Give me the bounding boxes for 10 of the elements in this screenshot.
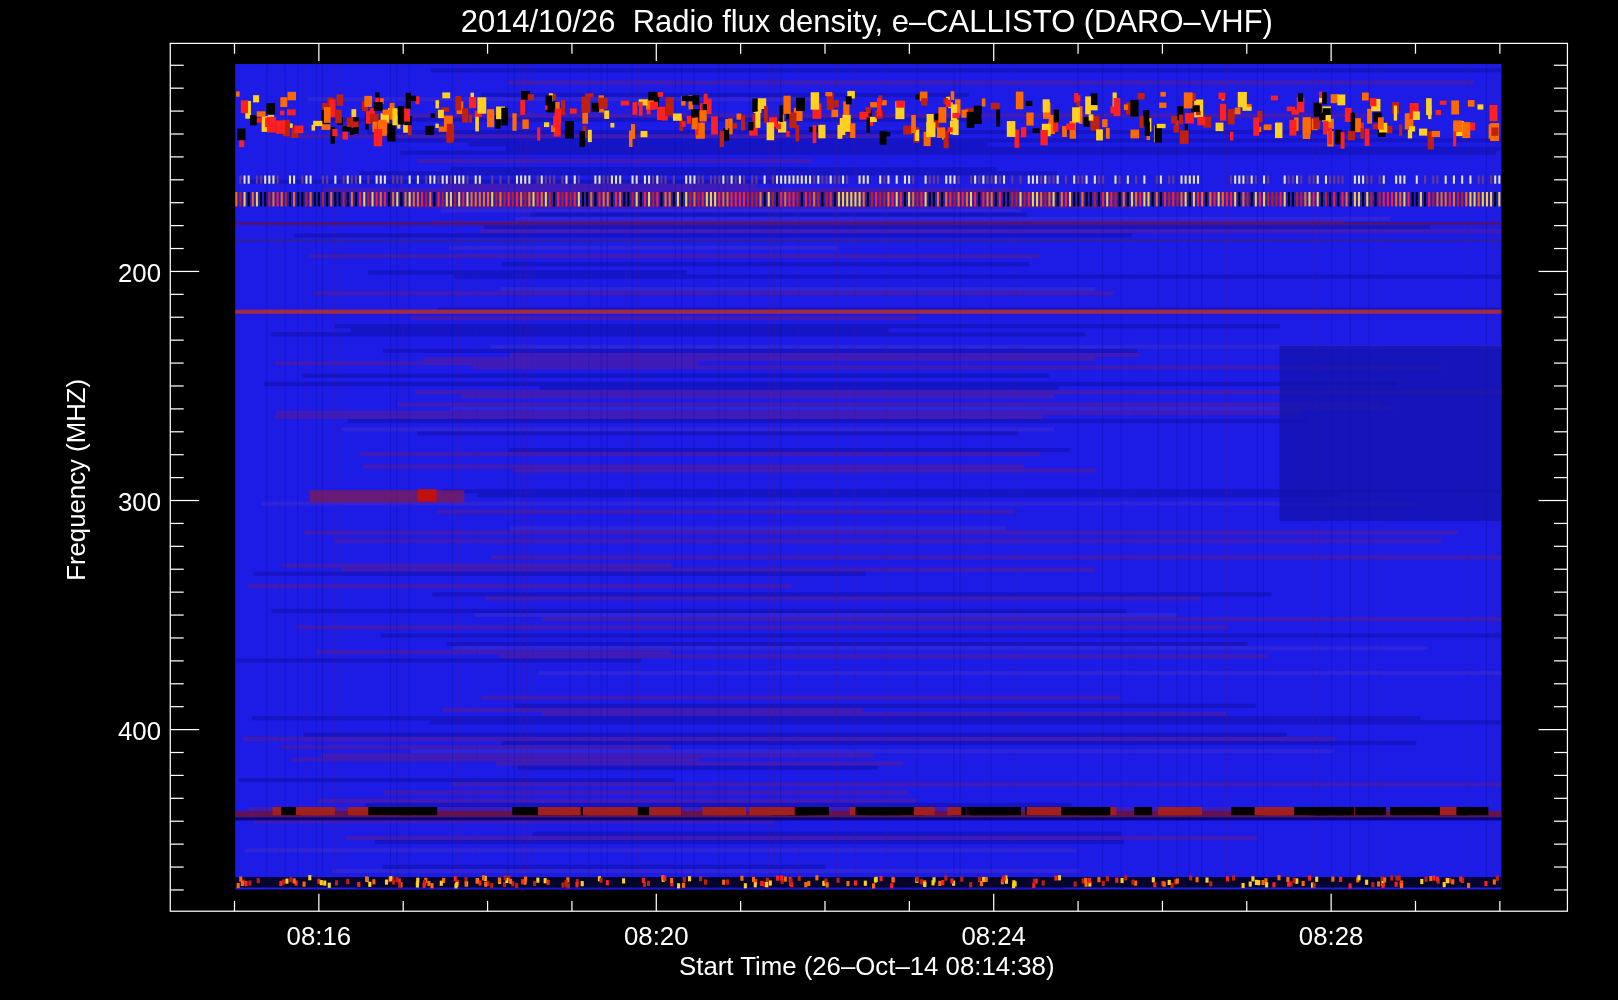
x-tick-label: 08:28 xyxy=(1298,922,1364,951)
y-axis-title: Frequency (MHZ) xyxy=(61,378,90,581)
x-tick-label: 08:24 xyxy=(961,922,1026,951)
y-tick-label: 200 xyxy=(117,258,161,287)
y-tick-label: 300 xyxy=(117,487,161,516)
x-tick-label: 08:16 xyxy=(286,922,352,951)
x-tick-label: 08:20 xyxy=(624,922,689,951)
chart-title: 2014/10/26 Radio flux density, e–CALLISTO (DARO–VHF) xyxy=(460,4,1273,40)
y-tick-label: 400 xyxy=(117,716,161,745)
x-axis-title: Start Time (26–Oct–14 08:14:38) xyxy=(679,952,1055,981)
